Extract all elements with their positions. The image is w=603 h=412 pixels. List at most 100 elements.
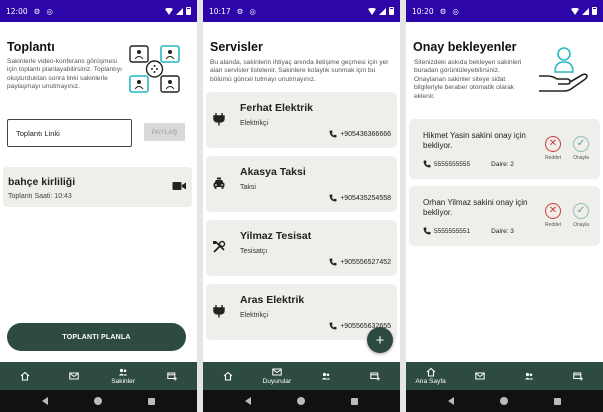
service-name: Ferhat Elektrik — [240, 102, 313, 114]
bottom-navigation: Duyurular — [203, 362, 400, 390]
card-add-icon — [573, 372, 584, 381]
nav-announcements[interactable] — [455, 362, 504, 390]
nav-announcements-label: Duyurular — [262, 378, 292, 385]
phone-icon — [329, 130, 337, 138]
nav-residents[interactable]: Sakinler — [99, 362, 148, 390]
page-title: Onay bekleyenler — [413, 40, 517, 54]
page-description: Sakinlerle video-konferans görüşmesi içi… — [7, 58, 122, 91]
plug-icon — [213, 305, 225, 318]
status-bar: 12:00 ⚙ ◎ — [0, 0, 197, 22]
service-name: Yilmaz Tesisat — [240, 230, 312, 242]
meeting-title: bahçe kirliliği — [8, 176, 76, 188]
system-home-icon[interactable] — [297, 397, 305, 405]
nav-home[interactable] — [0, 362, 49, 390]
service-phone[interactable]: +905556527452 — [329, 258, 391, 266]
nav-announcements[interactable] — [49, 362, 98, 390]
status-indicators — [571, 7, 597, 15]
system-recents-icon[interactable] — [351, 397, 358, 405]
approve-button[interactable]: ✓ Onayla — [570, 203, 592, 228]
close-icon: ✕ — [545, 203, 561, 219]
nav-residents[interactable] — [505, 362, 554, 390]
wifi-icon — [571, 7, 579, 15]
service-phone[interactable]: +905436366666 — [329, 130, 391, 138]
card-add-icon — [370, 372, 381, 381]
system-home-icon[interactable] — [94, 397, 102, 405]
meeting-link-input[interactable]: Toplantı Linki — [7, 119, 132, 147]
phone-meeting-screen: 12:00 ⚙ ◎ Toplantı Sakinlerle video-konf… — [0, 0, 197, 412]
service-phone-number: +905435254558 — [340, 194, 391, 202]
status-time: 12:00 — [6, 6, 28, 16]
service-category: Tesisatçı — [240, 248, 268, 255]
service-card[interactable]: Akasya Taksi Taksi +905435254558 — [206, 156, 397, 212]
nav-payments[interactable] — [148, 362, 197, 390]
video-camera-icon[interactable] — [172, 181, 186, 191]
hand-holding-person-icon — [539, 47, 588, 92]
meeting-time: Toplantı Saati: 10:43 — [8, 193, 72, 200]
nav-residents-label: Sakinler — [111, 378, 136, 385]
status-notification-icons: ⚙ ◎ — [33, 6, 55, 16]
nav-payments[interactable] — [351, 362, 400, 390]
page-description: Bu alanda, sakinlerin ihtiyaç anında ile… — [210, 59, 389, 83]
system-back-icon[interactable] — [42, 397, 48, 405]
nav-payments[interactable] — [554, 362, 603, 390]
people-icon — [321, 372, 331, 380]
nav-home[interactable]: Ana Sayfa — [406, 362, 455, 390]
system-back-icon[interactable] — [448, 397, 454, 405]
mail-icon — [272, 368, 282, 376]
request-message: Hikmet Yasin sakini onay için bekliyor. — [423, 131, 526, 150]
request-phone: 5555555555 — [434, 160, 471, 168]
status-bar: 10:20 ⚙ ◎ — [406, 0, 603, 22]
close-icon: ✕ — [545, 136, 561, 152]
nav-announcements[interactable]: Duyurular — [252, 362, 301, 390]
phone-icon — [329, 258, 337, 266]
reject-button[interactable]: ✕ Reddet — [542, 136, 564, 161]
meeting-content: Toplantı Sakinlerle video-konferans görü… — [0, 22, 197, 362]
service-category: Elektrikçi — [240, 312, 269, 319]
service-name: Aras Elektrik — [240, 294, 305, 306]
status-time: 10:17 — [209, 6, 231, 16]
bottom-navigation: Ana Sayfa — [406, 362, 603, 390]
reject-label: Reddet — [544, 222, 562, 228]
page-title: Servisler — [210, 40, 263, 54]
nav-residents[interactable] — [302, 362, 351, 390]
service-phone-number: +905436366666 — [340, 130, 391, 138]
phone-icon — [329, 194, 337, 202]
service-category: Elektrikçi — [240, 120, 269, 127]
status-notification-icons: ⚙ ◎ — [236, 6, 258, 16]
phone-services-screen: 10:17 ⚙ ◎ Servisler Bu alanda, sakinleri… — [203, 0, 400, 412]
service-phone[interactable]: +905435254558 — [329, 194, 391, 202]
status-bar: 10:17 ⚙ ◎ — [203, 0, 400, 22]
system-navigation-bar — [406, 390, 603, 412]
nav-home[interactable] — [203, 362, 252, 390]
people-icon — [118, 368, 128, 376]
status-time: 10:20 — [412, 6, 434, 16]
system-home-icon[interactable] — [500, 397, 508, 405]
approve-label: Onayla — [573, 222, 589, 228]
share-button[interactable]: PAYLAŞ — [144, 123, 185, 141]
add-service-button[interactable]: + — [367, 327, 393, 353]
meeting-card[interactable]: bahçe kirliliği Toplantı Saati: 10:43 — [3, 167, 192, 207]
plan-meeting-button[interactable]: TOPLANTI PLANLA — [7, 323, 186, 351]
card-add-icon — [167, 372, 178, 381]
home-icon — [223, 371, 232, 381]
service-category: Taksi — [240, 184, 256, 191]
service-name: Akasya Taksi — [240, 166, 306, 178]
check-icon: ✓ — [573, 203, 589, 219]
request-phone: 5555555551 — [434, 227, 471, 235]
home-icon — [20, 371, 29, 381]
signal-icon — [379, 7, 386, 15]
battery-icon — [592, 7, 597, 15]
reject-button[interactable]: ✕ Reddet — [542, 203, 564, 228]
system-recents-icon[interactable] — [554, 397, 561, 405]
service-card[interactable]: Ferhat Elektrik Elektrikçi +905436366666 — [206, 92, 397, 148]
taxi-icon — [213, 177, 225, 189]
system-back-icon[interactable] — [245, 397, 251, 405]
status-indicators — [165, 7, 191, 15]
system-navigation-bar — [203, 390, 400, 412]
service-card[interactable]: Yilmaz Tesisat Tesisatçı +905556527452 — [206, 220, 397, 276]
phone-pending-approvals-screen: 10:20 ⚙ ◎ Onay bekleyenler Sitenizdeki a… — [406, 0, 603, 412]
phone-icon — [329, 322, 337, 330]
approve-button[interactable]: ✓ Onayla — [570, 136, 592, 161]
page-description: Sitenizdeki askıda bekleyen sakinleri bu… — [414, 59, 522, 100]
system-recents-icon[interactable] — [148, 397, 155, 405]
